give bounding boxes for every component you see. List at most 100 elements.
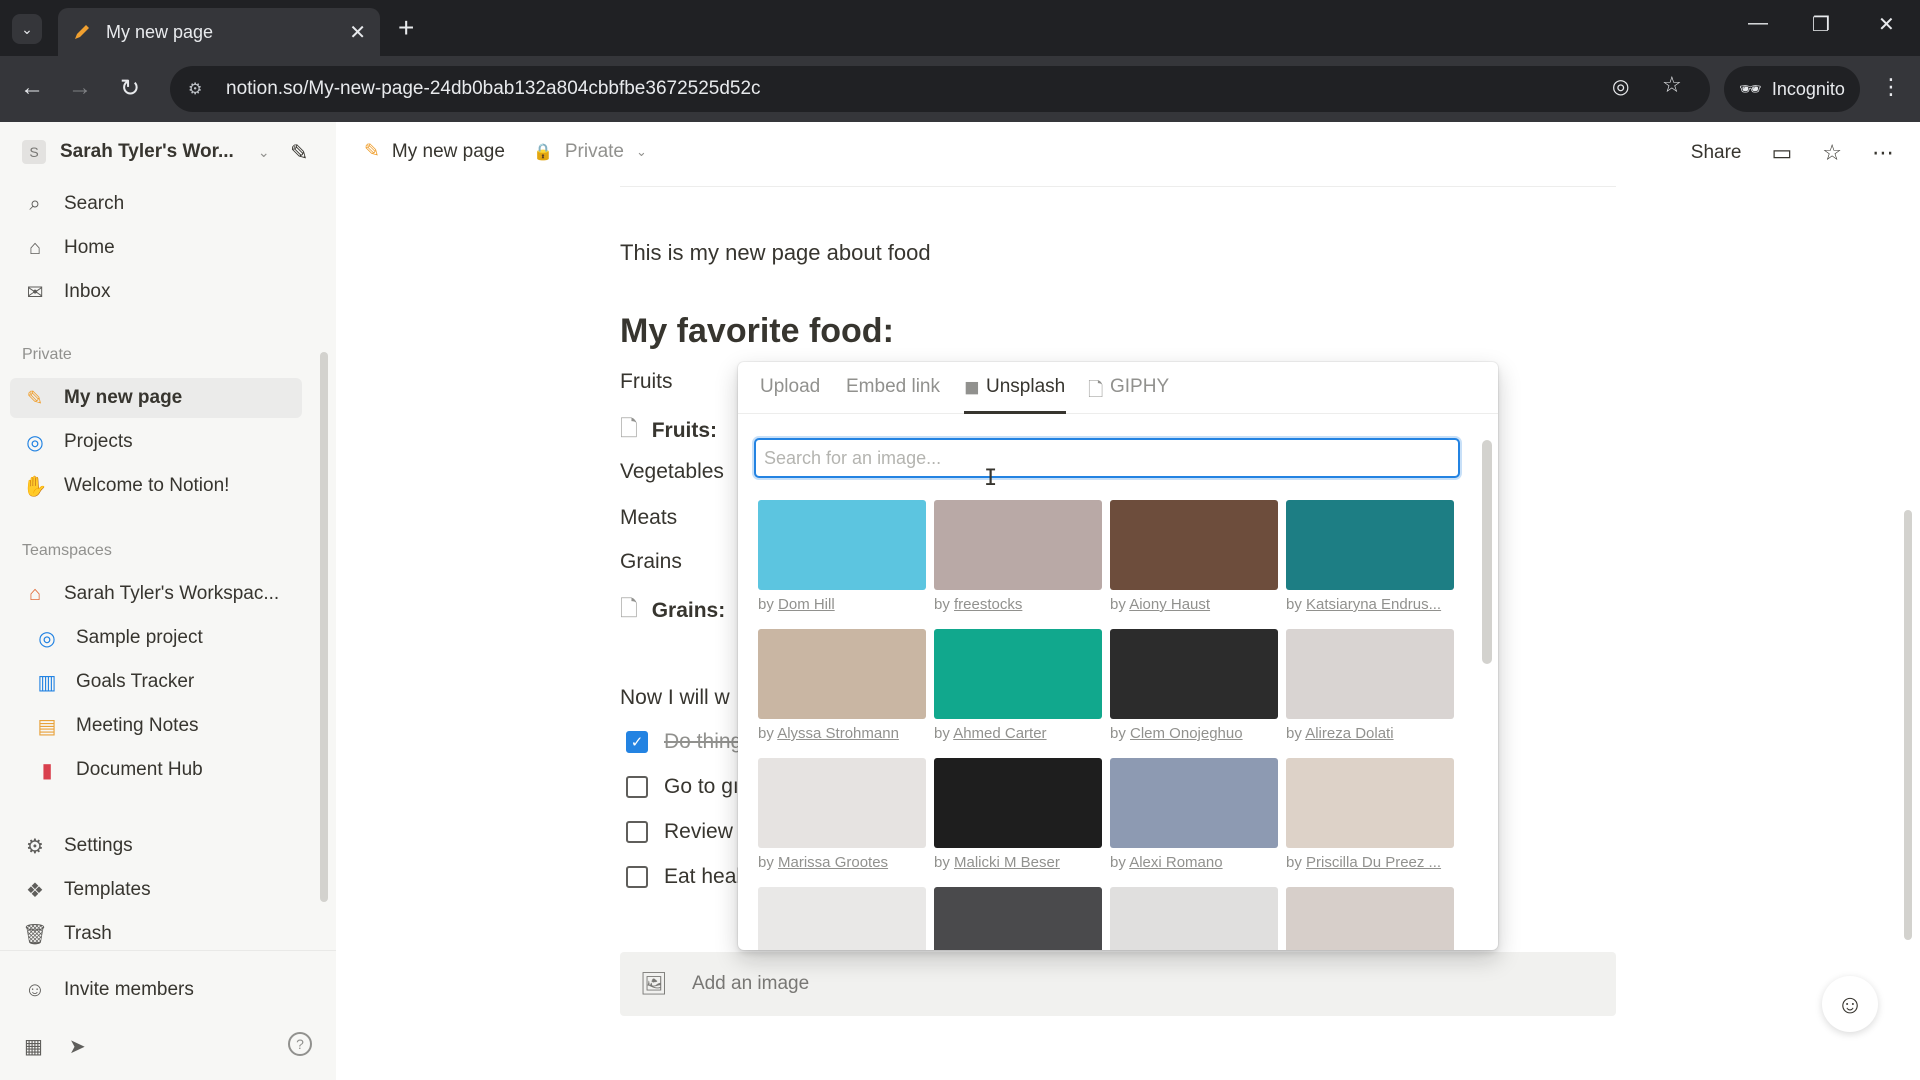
browser-menu-icon[interactable]: ⋮ <box>1880 74 1902 100</box>
image-thumbnail[interactable] <box>934 758 1102 848</box>
unsplash-image[interactable]: by Malicki M Beser <box>934 758 1102 871</box>
sidebar-item-home[interactable]: ⌂ Home <box>22 228 115 268</box>
checkbox[interactable] <box>626 821 648 843</box>
workspace-switcher[interactable]: S Sarah Tyler's Wor... ⌄ <box>22 140 270 164</box>
image-thumbnail[interactable] <box>934 887 1102 950</box>
unsplash-image[interactable] <box>934 887 1102 950</box>
author-link[interactable]: Marissa Grootes <box>778 854 888 871</box>
image-thumbnail[interactable] <box>758 887 926 950</box>
more-icon[interactable]: ⋯ <box>1872 140 1894 166</box>
image-thumbnail[interactable] <box>1110 887 1278 950</box>
tab-list-button[interactable]: ⌄ <box>12 14 42 44</box>
help-icon[interactable]: ? <box>288 1032 312 1056</box>
image-thumbnail[interactable] <box>1286 758 1454 848</box>
back-icon[interactable]: ← <box>20 74 44 102</box>
unsplash-image[interactable]: by Aiony Haust <box>1110 500 1278 613</box>
unsplash-image[interactable] <box>758 887 926 950</box>
unsplash-image[interactable] <box>1286 887 1454 950</box>
now-text[interactable]: Now I will w <box>620 686 730 710</box>
privacy-label[interactable]: Private <box>565 141 624 163</box>
unsplash-image[interactable]: by Dom Hill <box>758 500 926 613</box>
sidebar-item-sample-project[interactable]: ◎ Sample project <box>34 618 202 658</box>
unsplash-image[interactable]: by Alireza Dolati <box>1286 629 1454 742</box>
sidebar-item-welcome[interactable]: ✋ Welcome to Notion! <box>22 466 230 506</box>
unsplash-image[interactable]: by Marissa Grootes <box>758 758 926 871</box>
author-link[interactable]: freestocks <box>954 596 1022 613</box>
reload-icon[interactable]: ↻ <box>120 74 140 103</box>
image-thumbnail[interactable] <box>1110 758 1278 848</box>
share-button[interactable]: Share <box>1691 142 1742 164</box>
tab-unsplash[interactable]: Unsplash <box>986 376 1065 398</box>
new-tab-button[interactable]: + <box>398 12 414 44</box>
sidebar-item-meeting-notes[interactable]: ▤ Meeting Notes <box>34 706 199 746</box>
unsplash-image[interactable]: by Katsiaryna Endrus... <box>1286 500 1454 613</box>
sidebar-item-settings[interactable]: ⚙ Settings <box>22 826 133 866</box>
sidebar-item-goals-tracker[interactable]: ▥ Goals Tracker <box>34 662 195 702</box>
unsplash-image[interactable]: by freestocks <box>934 500 1102 613</box>
comments-icon[interactable]: ▭ <box>1771 140 1792 166</box>
sidebar-item-projects[interactable]: ◎ Projects <box>22 422 132 462</box>
checkbox[interactable] <box>626 776 648 798</box>
favorite-star-icon[interactable]: ☆ <box>1822 140 1842 166</box>
image-thumbnail[interactable] <box>1286 887 1454 950</box>
image-thumbnail[interactable] <box>1110 629 1278 719</box>
author-link[interactable]: Aiony Haust <box>1129 596 1210 613</box>
bookmark-star-icon[interactable]: ☆ <box>1662 72 1682 98</box>
calendar-app-icon[interactable]: ▦ <box>24 1034 43 1059</box>
sidebar-item-trash[interactable]: 🗑 Trash <box>22 914 112 954</box>
unsplash-image[interactable] <box>1110 887 1278 950</box>
image-thumbnail[interactable] <box>1286 629 1454 719</box>
sidebar-scrollbar[interactable] <box>320 352 328 902</box>
author-link[interactable]: Ahmed Carter <box>953 725 1046 742</box>
image-thumbnail[interactable] <box>1286 500 1454 590</box>
site-info-icon[interactable]: ⚙ <box>188 79 208 99</box>
image-thumbnail[interactable] <box>758 758 926 848</box>
author-link[interactable]: Malicki M Beser <box>954 854 1060 871</box>
sidebar-item-teamspace[interactable]: ⌂ Sarah Tyler's Workspac... <box>22 574 279 614</box>
close-window-icon[interactable]: ✕ <box>1878 12 1895 37</box>
unsplash-image[interactable]: by Alyssa Strohmann <box>758 629 926 742</box>
tab-giphy[interactable]: GIPHY <box>1110 376 1169 398</box>
vegetables-text[interactable]: Vegetables <box>620 460 724 484</box>
unsplash-image[interactable]: by Ahmed Carter <box>934 629 1102 742</box>
image-search-input[interactable] <box>754 438 1460 478</box>
todo-item[interactable]: ✓ Do thing <box>626 730 742 754</box>
unsplash-image[interactable]: by Priscilla Du Preez ... <box>1286 758 1454 871</box>
sidebar-item-inbox[interactable]: ✉ Inbox <box>22 272 111 312</box>
url-field[interactable]: ⚙ notion.so/My-new-page-24db0bab132a804c… <box>170 66 1710 112</box>
grains-text[interactable]: Grains <box>620 550 682 574</box>
ai-assistant-button[interactable]: ☺ <box>1822 976 1878 1032</box>
unsplash-image[interactable]: by Alexi Romano <box>1110 758 1278 871</box>
intro-text[interactable]: This is my new page about food <box>620 240 931 266</box>
fruits-page-link[interactable]: 🗋 Fruits: <box>620 412 717 450</box>
author-link[interactable]: Dom Hill <box>778 596 835 613</box>
minimize-icon[interactable]: — <box>1748 12 1768 35</box>
tab-upload[interactable]: Upload <box>760 376 820 398</box>
grains-page-link[interactable]: 🗋 Grains: <box>620 592 725 630</box>
sidebar-item-templates[interactable]: ❖ Templates <box>22 870 151 910</box>
todo-item[interactable]: Review <box>626 820 733 844</box>
tab-embed-link[interactable]: Embed link <box>846 376 940 398</box>
author-link[interactable]: Katsiaryna Endrus... <box>1306 596 1441 613</box>
invite-members-button[interactable]: ☺ Invite members <box>22 970 194 1010</box>
close-tab-icon[interactable]: ✕ <box>349 20 366 45</box>
author-link[interactable]: Priscilla Du Preez ... <box>1306 854 1441 871</box>
author-link[interactable]: Clem Onojeghuo <box>1130 725 1243 742</box>
browser-tab[interactable]: My new page ✕ <box>58 8 380 56</box>
image-thumbnail[interactable] <box>934 500 1102 590</box>
forward-icon[interactable]: → <box>68 74 92 102</box>
send-icon[interactable]: ➤ <box>69 1034 86 1059</box>
sidebar-item-search[interactable]: ⌕ Search <box>22 184 124 224</box>
image-thumbnail[interactable] <box>1110 500 1278 590</box>
unsplash-image[interactable]: by Clem Onojeghuo <box>1110 629 1278 742</box>
eye-off-icon[interactable]: ◎ <box>1612 74 1629 99</box>
todo-item[interactable]: Eat heal <box>626 865 741 889</box>
add-image-button[interactable]: 🖼 Add an image <box>620 952 1616 1016</box>
incognito-badge[interactable]: 🕶 Incognito <box>1724 66 1860 112</box>
image-thumbnail[interactable] <box>934 629 1102 719</box>
author-link[interactable]: Alireza Dolati <box>1305 725 1393 742</box>
meats-text[interactable]: Meats <box>620 506 677 530</box>
fruits-text[interactable]: Fruits <box>620 370 673 394</box>
page-scrollbar[interactable] <box>1904 510 1912 940</box>
checkbox[interactable] <box>626 866 648 888</box>
